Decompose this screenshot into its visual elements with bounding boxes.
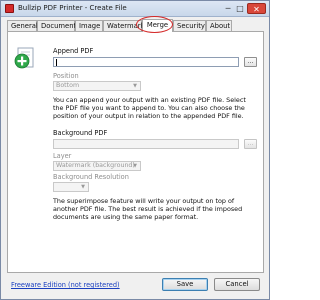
dropdown-arrow-icon: ▼	[133, 83, 137, 89]
layer-value: Watermark (background)	[56, 162, 135, 169]
append-description: You can append your output with an exist…	[53, 96, 246, 120]
merge-panel	[7, 31, 264, 273]
layer-label: Layer	[53, 152, 72, 160]
append-pdf-label: Append PDF	[53, 47, 94, 55]
background-description: The superimpose feature will write your …	[53, 197, 243, 221]
title-bar[interactable]: Bullzip PDF Printer - Create File ─ □ ✕	[1, 1, 269, 17]
dropdown-arrow-icon: ▼	[81, 184, 85, 190]
position-select[interactable]: Bottom ▼	[53, 81, 141, 91]
append-pdf-browse-button[interactable]: ...	[244, 57, 257, 67]
background-pdf-browse-button[interactable]: ...	[244, 139, 257, 149]
append-pdf-file-input[interactable]	[53, 57, 239, 67]
text-cursor	[56, 59, 57, 66]
save-button[interactable]: Save	[162, 278, 208, 291]
freeware-edition-link[interactable]: Freeware Edition (not registered)	[11, 281, 120, 289]
background-pdf-file-input[interactable]	[53, 139, 239, 149]
tab-about[interactable]: About	[206, 20, 232, 31]
tab-strip: General Document Image Watermark Merge S…	[7, 19, 263, 32]
background-pdf-label: Background PDF	[53, 129, 108, 137]
tab-document[interactable]: Document	[37, 20, 76, 31]
red-circle-annotation	[136, 16, 173, 33]
plus-document-icon	[14, 47, 34, 69]
layer-select[interactable]: Watermark (background) ▼	[53, 161, 141, 171]
maximize-button[interactable]: □	[235, 3, 245, 14]
printer-dialog-window: Bullzip PDF Printer - Create File ─ □ ✕ …	[0, 0, 270, 300]
tab-image[interactable]: Image	[75, 20, 103, 31]
tab-general[interactable]: General	[7, 20, 38, 31]
app-icon	[5, 4, 14, 13]
minimize-button[interactable]: ─	[223, 3, 233, 14]
cancel-button[interactable]: Cancel	[214, 278, 260, 291]
window-title: Bullzip PDF Printer - Create File	[18, 4, 127, 12]
position-label: Position	[53, 72, 79, 80]
dropdown-arrow-icon: ▼	[133, 163, 137, 169]
position-value: Bottom	[56, 82, 80, 89]
background-resolution-select[interactable]: ▼	[53, 182, 89, 192]
tab-security[interactable]: Security	[173, 20, 206, 31]
close-button[interactable]: ✕	[247, 3, 266, 14]
background-resolution-label: Background Resolution	[53, 173, 129, 181]
